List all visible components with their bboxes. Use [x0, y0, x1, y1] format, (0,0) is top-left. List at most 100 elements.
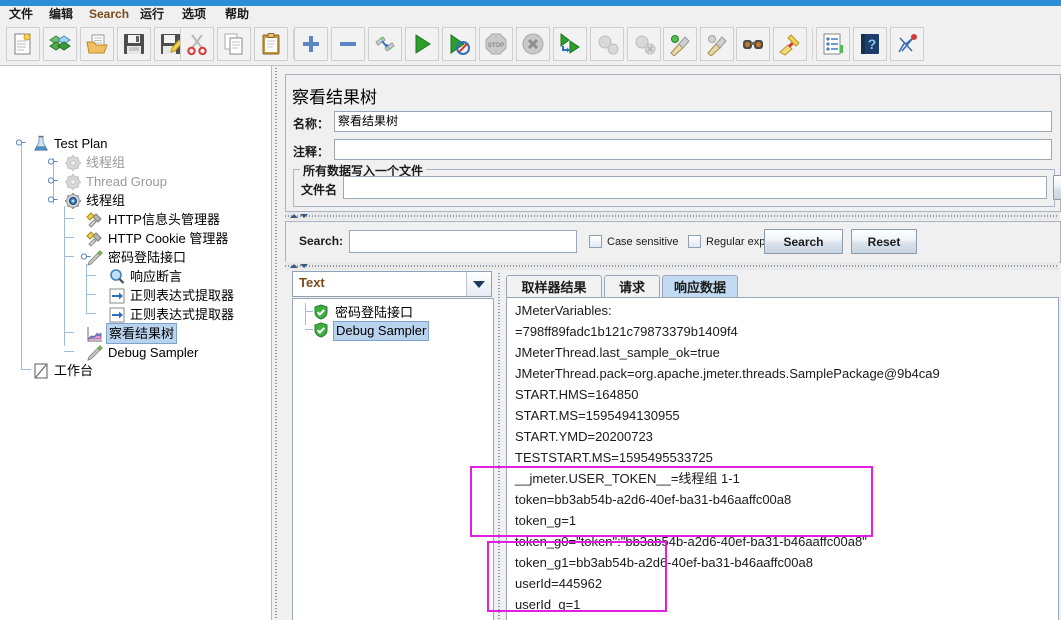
help-icon[interactable]: ? [853, 27, 887, 61]
tree-node-response-assertion[interactable]: 响应断言 [108, 266, 184, 285]
shutdown-icon[interactable] [516, 27, 550, 61]
stop-icon[interactable]: STOP [479, 27, 513, 61]
shutdown-remote-all-icon[interactable] [627, 27, 661, 61]
assertion-icon [108, 268, 126, 286]
response-line: TESTSTART.MS=1595495533725 [515, 447, 713, 468]
tree-node-http-cookie-manager[interactable]: HTTP Cookie 管理器 [86, 228, 230, 247]
menu-item-search[interactable]: Search [86, 7, 132, 22]
stop-remote-all-icon[interactable] [590, 27, 624, 61]
tree-node-workbench[interactable]: 工作台 [32, 360, 95, 379]
regex-label: Regular exp. [706, 236, 768, 248]
view-results-tree-icon [86, 325, 104, 343]
list-item[interactable]: Debug Sampler [313, 321, 429, 339]
tree-node-view-results-tree[interactable]: 察看结果树 [86, 323, 177, 342]
success-icon [313, 304, 331, 322]
search-input[interactable] [349, 230, 577, 253]
header-manager-icon [86, 211, 104, 229]
new-icon[interactable] [6, 27, 40, 61]
tree-node-debug-sampler[interactable]: Debug Sampler [86, 342, 200, 361]
tree-node-thread-group[interactable]: 线程组 [64, 190, 127, 209]
list-item[interactable]: 密码登陆接口 [313, 303, 415, 321]
case-sensitive-checkbox[interactable] [589, 235, 602, 248]
paste-icon[interactable] [254, 27, 288, 61]
copy-icon[interactable] [217, 27, 251, 61]
viewer-header-panel: 察看结果树 名称： 察看结果树 注释： 所有数据写入一个文件 文件名 浏览... [285, 74, 1061, 212]
cut-icon[interactable] [180, 27, 214, 61]
tab-response-data[interactable]: 响应数据 [662, 275, 738, 297]
tree-node-thread-group-disabled-1[interactable]: 线程组 [64, 152, 127, 171]
open-icon[interactable] [80, 27, 114, 61]
test-plan-icon [32, 135, 50, 153]
toolbar: STOP [0, 23, 1061, 66]
tree-node-login-sampler[interactable]: 密码登陆接口 [86, 247, 188, 266]
regex-checkbox[interactable] [688, 235, 701, 248]
splitter-arrows-icon[interactable] [288, 212, 318, 220]
clear-all-icon[interactable] [700, 27, 734, 61]
start-remote-all-icon[interactable] [553, 27, 587, 61]
list-item-label: Debug Sampler [333, 321, 429, 341]
chevron-down-icon[interactable] [466, 272, 491, 296]
tree-label: Debug Sampler [106, 343, 200, 362]
tree-node-http-header-manager[interactable]: HTTP信息头管理器 [86, 209, 222, 228]
search-splitter[interactable] [285, 262, 1059, 270]
header-splitter[interactable] [285, 212, 1059, 220]
tree-label: HTTP Cookie 管理器 [106, 229, 230, 248]
response-tabs: 取样器结果 请求 响应数据 [503, 275, 1059, 297]
expand-icon[interactable] [294, 27, 328, 61]
tree-node-test-plan[interactable]: Test Plan [32, 133, 109, 152]
response-line: START.MS=1595494130955 [515, 405, 680, 426]
tree-label: 察看结果树 [106, 323, 177, 344]
menu-item-options[interactable]: 选项 [179, 7, 209, 22]
comment-input[interactable] [334, 139, 1052, 160]
collapse-icon[interactable] [331, 27, 365, 61]
tree-toggle-threadgroup-1[interactable] [48, 156, 59, 167]
main-vertical-splitter[interactable] [272, 66, 280, 620]
sampler-icon [86, 249, 104, 267]
tree-node-thread-group-disabled-2[interactable]: Thread Group [64, 171, 169, 190]
undo-icon[interactable] [890, 27, 924, 61]
response-line: JMeterThread.pack=org.apache.jmeter.thre… [515, 363, 940, 384]
renderer-selected-value: Text [299, 275, 325, 290]
sample-result-list[interactable]: 密码登陆接口 Debug Sampler [292, 298, 494, 620]
clear-icon[interactable] [663, 27, 697, 61]
search-icon[interactable] [736, 27, 770, 61]
page-title: 察看结果树 [292, 83, 377, 108]
tree-node-regex-extractor-1[interactable]: 正则表达式提取器 [108, 285, 236, 304]
menu-item-edit[interactable]: 编辑 [46, 7, 76, 22]
name-input[interactable]: 察看结果树 [334, 111, 1052, 132]
search-button[interactable]: Search [764, 229, 843, 254]
comment-label: 注释： [293, 143, 329, 160]
tab-request[interactable]: 请求 [604, 275, 660, 297]
tree-toggle-test-plan[interactable] [16, 137, 27, 148]
reset-button[interactable]: Reset [851, 229, 917, 254]
filename-label: 文件名 [301, 181, 337, 198]
tab-sampler-result[interactable]: 取样器结果 [506, 275, 602, 297]
post-processor-icon [108, 306, 126, 324]
menu-item-help[interactable]: 帮助 [222, 7, 252, 22]
test-plan-tree-panel[interactable]: Test Plan 线程组 Thread Group 线程组 [0, 66, 272, 620]
response-line: JMeterThread.last_sample_ok=true [515, 342, 720, 363]
element-editor-pane: 察看结果树 名称： 察看结果树 注释： 所有数据写入一个文件 文件名 浏览...… [281, 66, 1061, 620]
tree-node-regex-extractor-2[interactable]: 正则表达式提取器 [108, 304, 236, 323]
start-no-pauses-icon[interactable] [442, 27, 476, 61]
tree-toggle-threadgroup-3[interactable] [48, 194, 59, 205]
list-item-label: 密码登陆接口 [333, 304, 415, 322]
menu-item-run[interactable]: 运行 [137, 7, 167, 22]
splitter-arrows-icon[interactable] [288, 262, 318, 270]
save-icon[interactable] [117, 27, 151, 61]
toggle-icon[interactable] [368, 27, 402, 61]
test-plan-tree[interactable]: Test Plan 线程组 Thread Group 线程组 [0, 66, 271, 620]
templates-icon[interactable] [43, 27, 77, 61]
browse-button[interactable]: 浏览... [1053, 175, 1061, 200]
filename-input[interactable] [343, 176, 1047, 199]
response-line: START.HMS=164850 [515, 384, 638, 405]
response-line: userId_g0="userId":445962, [515, 615, 676, 620]
search-reset-icon[interactable] [773, 27, 807, 61]
function-helper-icon[interactable] [816, 27, 850, 61]
tree-toggle-threadgroup-2[interactable] [48, 175, 59, 186]
menu-item-file[interactable]: 文件 [6, 7, 36, 22]
start-icon[interactable] [405, 27, 439, 61]
tree-label: 线程组 [84, 191, 127, 210]
sampler-icon [86, 344, 104, 362]
renderer-select[interactable]: Text [292, 271, 492, 297]
